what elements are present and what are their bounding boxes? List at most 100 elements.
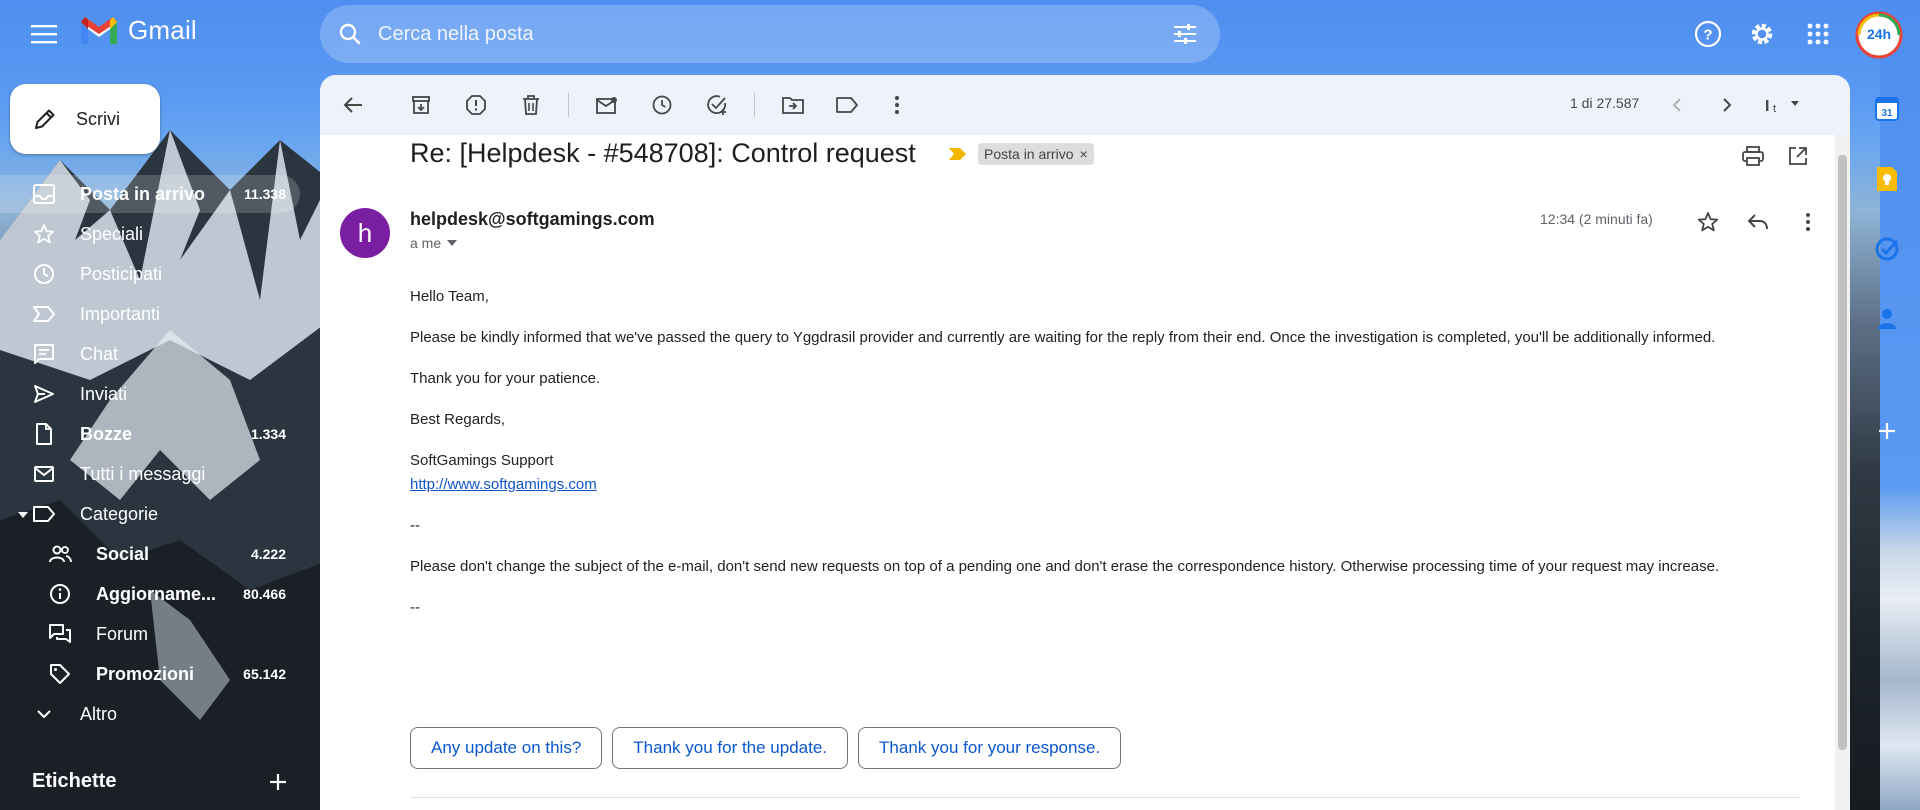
sidebar-item-all-mail[interactable]: Tutti i messaggi xyxy=(0,455,300,493)
report-spam-icon[interactable] xyxy=(463,92,489,118)
search-input[interactable] xyxy=(376,21,1140,47)
archive-icon[interactable] xyxy=(408,92,434,118)
sidebar-item-categories[interactable]: Categorie xyxy=(0,495,300,533)
compose-label: Scrivi xyxy=(76,108,120,129)
sidebar-item-forums[interactable]: Forum xyxy=(0,615,300,653)
search-icon[interactable] xyxy=(338,22,362,46)
newer-chevron-left-icon[interactable] xyxy=(1664,92,1690,118)
keep-notes-icon[interactable] xyxy=(1870,162,1904,196)
remove-label-icon[interactable]: × xyxy=(1079,146,1087,162)
smart-reply-button[interactable]: Thank you for the update. xyxy=(612,727,849,769)
recipient-details-caret-icon[interactable] xyxy=(447,240,458,246)
body-paragraph: Thank you for your patience. xyxy=(410,370,601,387)
calendar-icon[interactable]: 31 xyxy=(1870,92,1904,126)
reply-icon[interactable] xyxy=(1745,209,1771,235)
back-arrow-icon[interactable] xyxy=(340,92,366,118)
sidebar-item-label: Importanti xyxy=(80,303,161,324)
body-greeting: Hello Team, xyxy=(410,288,489,305)
input-tools-icon[interactable]: It xyxy=(1760,92,1806,118)
signature-link[interactable]: http://www.softgamings.com xyxy=(410,476,597,493)
email-toolbar: 1 di 27.587 It xyxy=(320,75,1850,135)
sidebar-item-inbox[interactable]: Posta in arrivo 11.338 xyxy=(0,175,300,213)
apps-grid-icon[interactable] xyxy=(1802,18,1834,50)
snooze-clock-icon[interactable] xyxy=(649,92,675,118)
label-icon[interactable] xyxy=(834,92,860,118)
message-more-vert-icon[interactable] xyxy=(1795,209,1821,235)
sender-address[interactable]: helpdesk@softgamings.com xyxy=(410,209,655,230)
important-marker-icon[interactable] xyxy=(948,147,968,161)
sidebar-item-starred[interactable]: Speciali xyxy=(0,215,300,253)
svg-text:?: ? xyxy=(1703,27,1712,44)
mark-unread-icon[interactable] xyxy=(594,92,620,118)
email-body: Hello Team, Please be kindly informed th… xyxy=(410,285,1780,637)
sidebar-item-count: 80.466 xyxy=(243,586,286,602)
tasks-icon[interactable] xyxy=(1870,232,1904,266)
sidebar-item-label: Posticipati xyxy=(80,263,163,284)
sidebar-item-important[interactable]: Importanti xyxy=(0,295,300,333)
sidebar-item-snoozed[interactable]: Posticipati xyxy=(0,255,300,293)
sidebar-item-label: Chat xyxy=(80,343,119,364)
account-avatar[interactable]: 24h xyxy=(1854,10,1904,60)
send-icon xyxy=(32,382,56,406)
contacts-icon[interactable] xyxy=(1870,302,1904,336)
sidebar-item-promotions[interactable]: Promozioni 65.142 xyxy=(0,655,300,693)
sidebar-item-label: Speciali xyxy=(80,223,144,244)
sidebar-item-count: 65.142 xyxy=(243,666,286,682)
sidebar-item-label: Tutti i messaggi xyxy=(80,463,206,484)
gmail-logo[interactable]: Gmail xyxy=(78,14,197,46)
important-label-icon xyxy=(32,302,56,326)
search-options-icon[interactable] xyxy=(1172,22,1198,46)
sidebar-item-label: Promozioni xyxy=(96,663,194,684)
print-icon[interactable] xyxy=(1740,143,1766,169)
smart-replies: Any update on this? Thank you for the up… xyxy=(410,727,1122,769)
body-paragraph: Please don't change the subject of the e… xyxy=(410,558,1720,575)
signature-name: SoftGamings Support xyxy=(410,452,554,469)
more-vert-icon[interactable] xyxy=(884,92,910,118)
svg-text:31: 31 xyxy=(1881,108,1893,119)
sidebar-item-chat[interactable]: Chat xyxy=(0,335,300,373)
body-paragraph: Please be kindly informed that we've pas… xyxy=(410,329,1716,346)
star-message-icon[interactable] xyxy=(1695,209,1721,235)
older-chevron-right-icon[interactable] xyxy=(1714,92,1740,118)
smart-reply-button[interactable]: Thank you for your response. xyxy=(858,727,1122,769)
sidebar-item-sent[interactable]: Inviati xyxy=(0,375,300,413)
label-tag-icon xyxy=(32,502,56,526)
labels-heading: Etichette xyxy=(32,770,117,792)
add-task-icon[interactable] xyxy=(704,92,730,118)
sidebar-item-label: Posta in arrivo xyxy=(80,183,206,204)
move-to-folder-icon[interactable] xyxy=(780,92,806,118)
sidebar-item-drafts[interactable]: Bozze 1.334 xyxy=(0,415,300,453)
pagination-count: 1 di 27.587 xyxy=(1570,95,1640,111)
add-label-plus-icon[interactable] xyxy=(266,770,290,794)
delete-trash-icon[interactable] xyxy=(518,92,544,118)
caret-down-icon[interactable] xyxy=(18,504,28,525)
open-new-window-icon[interactable] xyxy=(1785,143,1811,169)
sidebar-item-count: 11.338 xyxy=(243,186,286,202)
sidebar-item-count: 4.222 xyxy=(250,546,286,562)
search-bar xyxy=(320,5,1220,63)
add-addon-plus-icon[interactable] xyxy=(1870,414,1904,448)
main-menu-icon[interactable] xyxy=(24,16,64,52)
recipient-line[interactable]: a me xyxy=(410,235,458,251)
help-icon[interactable]: ? xyxy=(1692,18,1724,50)
sidebar-item-more[interactable]: Altro xyxy=(0,695,300,733)
sidebar-item-social[interactable]: Social 4.222 xyxy=(0,535,300,573)
compose-button[interactable]: Scrivi xyxy=(10,84,160,154)
all-mail-icon xyxy=(32,462,56,486)
top-bar: Gmail ? 24h xyxy=(0,0,1920,68)
smart-reply-button[interactable]: Any update on this? xyxy=(410,727,603,769)
info-icon xyxy=(48,582,72,606)
body-separator: -- xyxy=(410,599,420,616)
sidebar-item-label: Altro xyxy=(80,703,118,724)
sidebar-item-label: Social xyxy=(96,543,150,564)
sender-avatar[interactable]: h xyxy=(340,208,390,258)
email-subject: Re: [Helpdesk - #548708]: Control reques… xyxy=(410,138,916,168)
svg-text:24h: 24h xyxy=(1867,26,1891,42)
people-icon xyxy=(48,542,72,566)
message-time: 12:34 (2 minuti fa) xyxy=(1540,211,1653,227)
scrollbar-thumb[interactable] xyxy=(1838,155,1847,750)
settings-gear-icon[interactable] xyxy=(1746,18,1778,50)
star-icon xyxy=(32,222,56,246)
sidebar-item-updates[interactable]: Aggiorname... 80.466 xyxy=(0,575,300,613)
sidebar-item-label: Aggiorname... xyxy=(96,583,217,604)
